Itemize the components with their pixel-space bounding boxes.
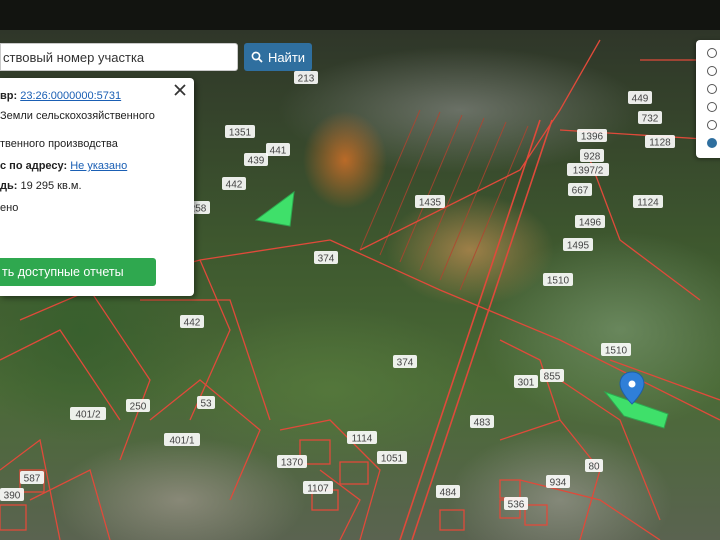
parcel-label[interactable]: 1510 [547,276,570,287]
address-row: с по адресу: Не указано [0,160,127,172]
show-reports-label: ть доступные отчеты [2,265,124,279]
screen-bezel [0,0,720,34]
parcel-label[interactable]: 928 [584,152,601,163]
cadastral-label: вр: [0,90,18,102]
parcel-label[interactable]: 374 [318,254,335,265]
parcel-label[interactable]: 53 [200,399,212,410]
layer-option-radio[interactable] [707,48,717,58]
show-reports-button[interactable]: ть доступные отчеты [0,258,156,286]
parcel-label[interactable]: 484 [440,488,457,499]
parcel-label[interactable]: 250 [130,402,147,413]
search-button[interactable]: Найти [244,43,312,71]
layer-option-radio[interactable] [707,84,717,94]
usage-text: твенного производства [0,138,118,150]
search-icon [251,51,263,63]
parcel-label[interactable]: 1124 [637,198,659,209]
layer-switcher [696,40,720,158]
parcel-label[interactable]: 1107 [307,484,329,495]
parcel-label[interactable]: 1397/2 [573,166,604,177]
layer-option-radio[interactable] [707,102,717,112]
parcel-label[interactable]: 483 [474,418,491,429]
highlight-parcel-west[interactable] [254,190,295,227]
layer-option-radio[interactable] [707,66,717,76]
parcel-label[interactable]: 80 [588,462,600,473]
parcel-label[interactable]: 1128 [649,138,671,149]
parcel-label[interactable]: 1114 [352,434,373,445]
parcel-label[interactable]: 855 [544,372,561,383]
parcel-label[interactable]: 401/2 [75,410,100,421]
parcel-label[interactable]: 374 [397,358,414,369]
close-icon[interactable] [172,82,188,98]
parcel-label[interactable]: 1396 [581,132,604,143]
parcel-label[interactable]: 439 [248,156,265,167]
parcel-label[interactable]: 536 [508,500,525,511]
layer-option-radio[interactable] [707,120,717,130]
cadastral-search-input[interactable] [1,44,237,70]
parcel-label[interactable]: 449 [632,94,649,105]
road [399,119,553,540]
parcel-label[interactable]: 1370 [281,458,304,469]
parcel-label[interactable]: 442 [184,318,201,329]
parcel-label[interactable]: 1510 [605,346,628,357]
parcel-label[interactable]: 1351 [229,128,252,139]
parcel-info-panel: вр: 23:26:0000000:5731 Земли сельскохозя… [0,78,194,296]
search-button-label: Найти [267,49,306,65]
parcel-label[interactable]: 1435 [419,198,442,209]
parcel-label[interactable]: 213 [298,74,315,85]
parcel-label[interactable]: 301 [518,378,535,389]
status-row: ено [0,202,18,214]
usage-row: твенного производства [0,138,118,150]
cadastral-search-field[interactable] [0,43,238,71]
parcel-label[interactable]: 1051 [381,454,404,465]
parcel-label[interactable]: 1496 [579,218,602,229]
cadastral-number-link[interactable]: 23:26:0000000:5731 [20,90,121,102]
cadastral-number-row: вр: 23:26:0000000:5731 [0,90,121,102]
parcel-label[interactable]: 1495 [567,241,590,252]
parcel-label[interactable]: 587 [24,474,41,485]
address-label: с по адресу: [0,160,68,172]
area-value: 19 295 кв.м. [20,180,82,192]
category-text: Земли сельскохозяйственного [0,110,155,122]
address-link[interactable]: Не указано [70,160,127,172]
layer-option-radio-selected[interactable] [707,138,717,148]
category-row: Земли сельскохозяйственного [0,110,155,122]
parcel-label[interactable]: 934 [550,478,567,489]
status-text: ено [0,202,19,214]
parcel-label[interactable]: 732 [642,114,659,125]
parcel-label[interactable]: 441 [270,146,287,157]
parcel-label[interactable]: 667 [572,186,589,197]
area-row: дь: 19 295 кв.м. [0,180,82,192]
area-label: дь: [0,180,18,192]
parcel-label[interactable]: 442 [226,180,243,191]
parcel-label[interactable]: 401/1 [169,436,194,447]
parcel-label[interactable]: 390 [4,491,21,502]
